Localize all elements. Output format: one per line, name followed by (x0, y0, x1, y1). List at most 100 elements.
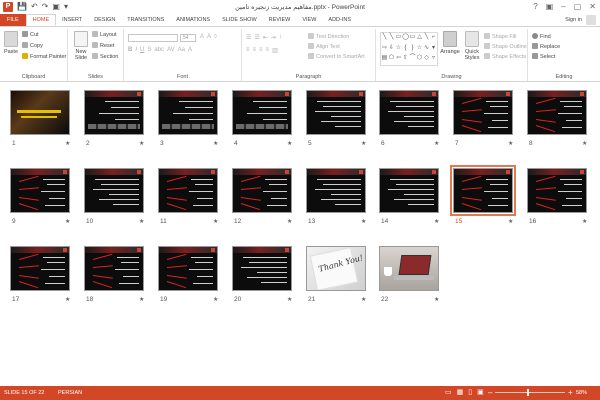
slide-thumbnail[interactable]: Thank You! (306, 246, 366, 291)
normal-view-icon[interactable]: ▭ (445, 386, 452, 400)
slide-thumbnail[interactable] (379, 90, 439, 135)
transition-star-icon[interactable]: ★ (508, 140, 513, 147)
transition-star-icon[interactable]: ★ (287, 218, 292, 225)
transition-star-icon[interactable]: ★ (213, 218, 218, 225)
transition-star-icon[interactable]: ★ (139, 140, 144, 147)
align-right-icon[interactable]: ≡ (259, 47, 263, 54)
underline-icon[interactable]: U (140, 47, 144, 53)
transition-star-icon[interactable]: ★ (65, 140, 70, 147)
tab-view[interactable]: VIEW (296, 14, 322, 26)
slide-thumbnail[interactable] (306, 168, 366, 213)
transition-star-icon[interactable]: ★ (287, 140, 292, 147)
slide-thumbnail[interactable] (379, 246, 439, 291)
slide-thumbnail[interactable] (379, 168, 439, 213)
slide-thumbnail[interactable] (450, 165, 516, 216)
slide-thumbnail[interactable] (527, 90, 587, 135)
slide-thumbnail[interactable] (306, 90, 366, 135)
slide-sorter-view-icon[interactable]: ▦ (457, 386, 464, 400)
slide-thumbnail[interactable] (10, 246, 70, 291)
new-slide-button[interactable]: New Slide (71, 31, 91, 61)
replace-button[interactable]: Replace (532, 43, 560, 51)
align-text-button[interactable]: Align Text (308, 43, 340, 51)
tab-slide-show[interactable]: SLIDE SHOW (216, 14, 263, 26)
shapes-gallery[interactable]: ╲ ╲ ▭ ◯ ▭ △ ╲ ⌐ ⇨ ⇩ ☆{} ☆ ∿ ▾ ▤ ⬠ ⇦ ⇧ ⌒ ⬡ ◇ ▿ (380, 32, 438, 66)
strike-icon[interactable]: abc (154, 47, 164, 53)
reading-view-icon[interactable]: ▯ (468, 386, 472, 400)
smartart-button[interactable]: Convert to SmartArt (308, 53, 365, 61)
shrink-font-icon[interactable]: A (207, 34, 211, 40)
transition-star-icon[interactable]: ★ (65, 218, 70, 225)
help-icon[interactable]: ? (533, 1, 537, 12)
quick-styles-button[interactable]: Quick Styles (462, 31, 482, 61)
slide-thumbnail[interactable] (232, 246, 292, 291)
numbering-icon[interactable]: ☰ (254, 34, 259, 41)
slide-thumbnail[interactable] (232, 90, 292, 135)
slide-thumbnail[interactable] (158, 246, 218, 291)
slide-thumbnail[interactable] (84, 90, 144, 135)
close-icon[interactable]: ✕ (589, 1, 596, 12)
font-color-icon[interactable]: A (188, 47, 192, 53)
tab-home[interactable]: HOME (25, 14, 57, 26)
slideshow-view-icon[interactable]: ▣ (477, 386, 484, 400)
tab-insert[interactable]: INSERT (56, 14, 88, 26)
tab-file[interactable]: FILE (0, 14, 26, 26)
paste-button[interactable]: Paste (2, 31, 20, 55)
slide-thumbnail[interactable] (10, 168, 70, 213)
slide-thumbnail[interactable] (158, 168, 218, 213)
layout-button[interactable]: Layout (92, 31, 117, 39)
transition-star-icon[interactable]: ★ (213, 296, 218, 303)
transition-star-icon[interactable]: ★ (582, 218, 587, 225)
shape-effects-button[interactable]: Shape Effects (484, 53, 526, 61)
transition-star-icon[interactable]: ★ (361, 296, 366, 303)
minimize-icon[interactable]: – (561, 1, 565, 12)
select-button[interactable]: Select (532, 53, 555, 61)
bold-icon[interactable]: B (128, 47, 132, 53)
transition-star-icon[interactable]: ★ (139, 296, 144, 303)
tab-design[interactable]: DESIGN (88, 14, 121, 26)
bullets-icon[interactable]: ☰ (246, 34, 251, 41)
zoom-in-icon[interactable]: + (568, 386, 573, 400)
font-size-box[interactable]: 54 (180, 34, 196, 42)
slide-thumbnail[interactable] (158, 90, 218, 135)
strikethrough-icon[interactable]: S (147, 47, 151, 53)
increase-indent-icon[interactable]: ⇥ (271, 34, 276, 41)
zoom-slider-thumb[interactable] (527, 389, 530, 396)
transition-star-icon[interactable]: ★ (582, 140, 587, 147)
tab-transitions[interactable]: TRANSITIONS (121, 14, 170, 26)
tab-review[interactable]: REVIEW (263, 14, 297, 26)
slide-thumbnail[interactable] (232, 168, 292, 213)
transition-star-icon[interactable]: ★ (434, 296, 439, 303)
italic-icon[interactable]: I (135, 47, 137, 53)
tab-animations[interactable]: ANIMATIONS (170, 14, 216, 26)
section-button[interactable]: Section (92, 53, 118, 61)
slide-thumbnail[interactable] (84, 246, 144, 291)
clear-format-icon[interactable]: ◊ (214, 34, 217, 40)
transition-star-icon[interactable]: ★ (139, 218, 144, 225)
columns-icon[interactable]: ▥ (272, 47, 278, 54)
copy-button[interactable]: Copy (22, 42, 43, 50)
slide-thumbnail[interactable] (527, 168, 587, 213)
maximize-icon[interactable]: ▢ (574, 1, 582, 12)
slide-thumbnail[interactable] (453, 90, 513, 135)
ribbon-display-icon[interactable]: ▣ (546, 1, 554, 12)
shape-outline-button[interactable]: Shape Outline (484, 43, 527, 51)
align-left-icon[interactable]: ≡ (246, 47, 250, 54)
line-spacing-icon[interactable]: ↕ (279, 34, 282, 41)
transition-star-icon[interactable]: ★ (213, 140, 218, 147)
transition-star-icon[interactable]: ★ (508, 218, 513, 225)
transition-star-icon[interactable]: ★ (65, 296, 70, 303)
font-name-box[interactable] (128, 34, 178, 42)
align-center-icon[interactable]: ≡ (253, 47, 257, 54)
case-icon[interactable]: Aa (178, 47, 185, 53)
reset-button[interactable]: Reset (92, 42, 114, 50)
spacing-icon[interactable]: AV (167, 47, 175, 53)
grow-font-icon[interactable]: A (200, 34, 204, 40)
shape-fill-button[interactable]: Shape Fill (484, 33, 516, 41)
find-button[interactable]: Find (532, 33, 551, 41)
text-direction-button[interactable]: Text Direction (308, 33, 349, 41)
tab-add-ins[interactable]: ADD-INS (322, 14, 357, 26)
avatar[interactable] (586, 15, 596, 25)
arrange-button[interactable]: Arrange (440, 31, 460, 55)
zoom-level[interactable]: 58% (576, 386, 587, 400)
language-indicator[interactable]: PERSIAN (58, 386, 82, 400)
